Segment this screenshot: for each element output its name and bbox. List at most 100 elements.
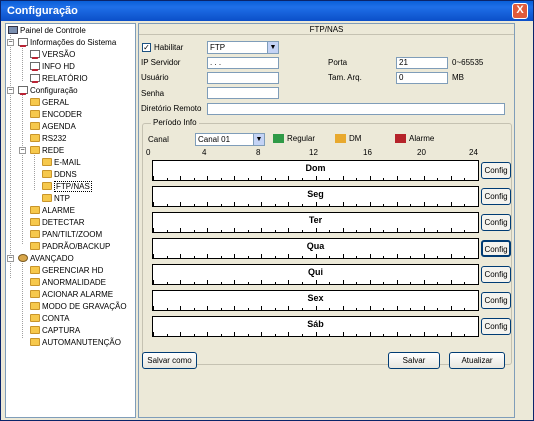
- hour-tick-mark: [180, 332, 182, 336]
- day-bar-thursday[interactable]: Qui: [152, 264, 479, 285]
- tree-item-account[interactable]: CONTA: [30, 313, 69, 324]
- hour-tick-mark: [369, 202, 371, 206]
- tree-item-auto-maintenance[interactable]: AUTOMANUTENÇÃO: [30, 337, 121, 348]
- tree-item-advanced[interactable]: AVANÇADO: [18, 253, 74, 264]
- tree-item-configuration[interactable]: Configuração: [18, 85, 78, 96]
- config-button-thursday[interactable]: Config: [481, 266, 511, 283]
- enable-label: Habilitar: [154, 43, 184, 52]
- tree-item-encoder[interactable]: ENCODER: [30, 109, 82, 120]
- hour-tick-mark: [234, 332, 236, 336]
- hour-tick-mark: [288, 332, 290, 336]
- day-bar-wednesday[interactable]: Qua: [152, 238, 479, 259]
- port-field[interactable]: 21: [396, 57, 448, 69]
- password-field[interactable]: [207, 87, 279, 99]
- tree-item-general[interactable]: GERAL: [30, 97, 69, 108]
- hour-tick-mark: [193, 178, 195, 180]
- tree-item-ntp[interactable]: NTP: [42, 193, 70, 204]
- tree-item-alarm[interactable]: ALARME: [30, 205, 75, 216]
- tree-item-trigger-alarm[interactable]: ACIONAR ALARME: [30, 289, 113, 300]
- close-button[interactable]: X: [512, 3, 528, 19]
- tree-item-network[interactable]: REDE: [30, 145, 64, 156]
- day-bar-monday[interactable]: Seg: [152, 186, 479, 207]
- config-button-saturday[interactable]: Config: [481, 318, 511, 335]
- hour-tick-mark: [274, 282, 276, 284]
- remote-dir-field[interactable]: [207, 103, 505, 115]
- tree-item-hd-info[interactable]: INFO HD: [30, 61, 75, 72]
- hour-tick-mark: [478, 280, 479, 284]
- folder-icon: [30, 338, 40, 346]
- tree-item-ddns[interactable]: DDNS: [42, 169, 77, 180]
- hour-tick-label: 4: [202, 148, 207, 157]
- hour-tick-mark: [193, 256, 195, 258]
- tree-item-report[interactable]: RELATÓRIO: [30, 73, 88, 84]
- tree-item-schedule[interactable]: AGENDA: [30, 121, 76, 132]
- tree-item-version[interactable]: VERSÃO: [30, 49, 75, 60]
- hour-tick-mark: [166, 204, 168, 206]
- hour-tick-mark: [315, 306, 317, 310]
- tree-item-rs232[interactable]: RS232: [30, 133, 66, 144]
- tree-item-detect[interactable]: DETECTAR: [30, 217, 85, 228]
- hour-tick-mark: [369, 306, 371, 310]
- tree-item-ptz[interactable]: PAN/TILT/ZOOM: [30, 229, 102, 240]
- day-label: Sáb: [307, 319, 324, 329]
- day-bar-friday[interactable]: Sex: [152, 290, 479, 311]
- hour-tick-mark: [207, 332, 209, 336]
- hour-tick-mark: [356, 204, 358, 206]
- collapse-toggle[interactable]: −: [7, 255, 14, 262]
- ip-server-field[interactable]: . . .: [207, 57, 279, 69]
- channel-select[interactable]: Canal 01 ▼: [195, 133, 265, 146]
- hour-tick-mark: [329, 256, 331, 258]
- hour-tick-mark: [261, 254, 263, 258]
- chevron-down-icon[interactable]: ▼: [253, 134, 264, 145]
- enable-checkbox[interactable]: ✓: [142, 43, 151, 52]
- day-bar-saturday[interactable]: Sáb: [152, 316, 479, 337]
- period-info-legend: Período Info: [151, 118, 199, 128]
- hour-tick-mark: [315, 228, 317, 232]
- hour-tick-mark: [166, 230, 168, 232]
- chevron-down-icon[interactable]: ▼: [267, 42, 278, 53]
- day-bar-tuesday[interactable]: Ter: [152, 212, 479, 233]
- hour-tick-mark: [342, 176, 344, 180]
- folder-icon: [30, 146, 40, 154]
- title-bar[interactable]: Configuração X: [1, 1, 533, 21]
- tree-item-email[interactable]: E-MAIL: [42, 157, 81, 168]
- hour-tick-mark: [329, 178, 331, 180]
- hour-tick-mark: [450, 280, 452, 284]
- refresh-button[interactable]: Atualizar: [449, 352, 505, 369]
- hour-tick-mark: [329, 230, 331, 232]
- tree-item-record-mode[interactable]: MODO DE GRAVAÇÃO: [30, 301, 127, 312]
- tree-item-capture[interactable]: CAPTURA: [30, 325, 80, 336]
- protocol-select[interactable]: FTP ▼: [207, 41, 279, 54]
- hour-tick-mark: [356, 308, 358, 310]
- tree-item-ftp-nas[interactable]: FTP/NAS: [42, 181, 92, 192]
- config-button-wednesday[interactable]: Config: [481, 240, 511, 257]
- folder-icon: [30, 206, 40, 214]
- hour-tick-mark: [423, 228, 425, 232]
- config-button-sunday[interactable]: Config: [481, 162, 511, 179]
- collapse-toggle[interactable]: −: [7, 87, 14, 94]
- user-field[interactable]: [207, 72, 279, 84]
- day-bar-sunday[interactable]: Dom: [152, 160, 479, 181]
- hour-tick-mark: [207, 202, 209, 206]
- save-button[interactable]: Salvar: [388, 352, 440, 369]
- hour-tick-mark: [288, 306, 290, 310]
- collapse-toggle[interactable]: −: [7, 39, 14, 46]
- collapse-toggle[interactable]: −: [19, 147, 26, 154]
- day-label: Seg: [307, 189, 324, 199]
- tree-item-hdd-manage[interactable]: GERENCIAR HD: [30, 265, 103, 276]
- save-as-button[interactable]: Salvar como: [142, 352, 197, 369]
- hour-tick-mark: [356, 334, 358, 336]
- hour-tick-mark: [437, 204, 439, 206]
- config-button-tuesday[interactable]: Config: [481, 214, 511, 231]
- hour-tick-mark: [153, 254, 154, 258]
- tree-connector: [22, 260, 23, 338]
- tree-item-abnormality[interactable]: ANORMALIDADE: [30, 277, 106, 288]
- file-size-field[interactable]: 0: [396, 72, 448, 84]
- config-button-friday[interactable]: Config: [481, 292, 511, 309]
- tree-root[interactable]: Painel de Controle: [8, 25, 86, 36]
- hour-tick-mark: [478, 306, 479, 310]
- tree-item-default-backup[interactable]: PADRÃO/BACKUP: [30, 241, 110, 252]
- hour-tick-mark: [369, 176, 371, 180]
- tree-item-system-info[interactable]: Informações do Sistema: [18, 37, 116, 48]
- config-button-monday[interactable]: Config: [481, 188, 511, 205]
